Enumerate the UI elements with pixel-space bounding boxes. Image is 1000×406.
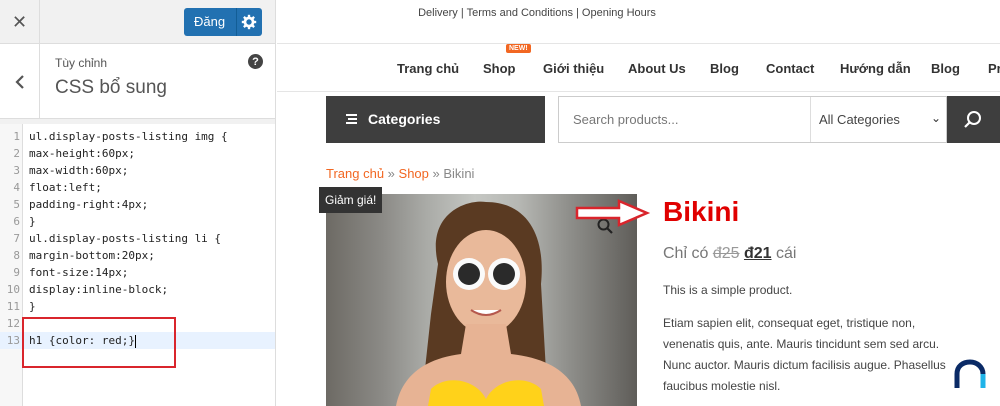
breadcrumb-separator: » <box>384 166 399 181</box>
product-search: Search products... All Categories ⌄ <box>558 96 947 143</box>
code-line: 1 ul.display-posts-listing img { <box>0 128 275 145</box>
close-icon[interactable]: ✕ <box>0 0 40 44</box>
nav-item-more[interactable]: Pr <box>988 61 1000 76</box>
product-price: Chỉ có đ25 đ21 cái <box>663 245 796 263</box>
back-button[interactable] <box>0 44 40 119</box>
code-text: ul.display-posts-listing img { <box>29 130 228 143</box>
line-number: 5 <box>13 198 20 211</box>
new-badge: NEW! <box>506 44 531 53</box>
nav-item-shop[interactable]: Shop <box>483 61 516 76</box>
top-bar-links[interactable]: Delivery | Terms and Conditions | Openin… <box>277 7 797 19</box>
code-text: } <box>29 215 36 228</box>
price-prefix: Chỉ có <box>663 245 709 262</box>
help-icon[interactable]: ? <box>248 54 263 69</box>
categories-label: Categories <box>368 111 441 127</box>
line-number: 12 <box>6 317 20 330</box>
code-line: 3 max-width:60px; <box>0 162 275 179</box>
breadcrumb: Trang chủ » Shop » Bikini <box>326 166 474 181</box>
line-number: 1 <box>13 130 20 143</box>
product-short-description: This is a simple product. <box>663 283 793 297</box>
line-number: 4 <box>13 181 20 194</box>
code-text: max-width:60px; <box>29 164 129 177</box>
line-number: 10 <box>6 283 20 296</box>
category-select[interactable]: All Categories ⌄ <box>810 97 947 142</box>
line-number: 2 <box>13 147 20 160</box>
sale-badge: Giảm giá! <box>319 187 383 213</box>
code-line: 7 ul.display-posts-listing li { <box>0 230 275 247</box>
breadcrumb-home[interactable]: Trang chủ <box>326 166 384 181</box>
code-line: 6 } <box>0 213 275 230</box>
line-number: 3 <box>13 164 20 177</box>
breadcrumb-shop[interactable]: Shop <box>399 166 429 181</box>
line-number: 11 <box>6 300 20 313</box>
price-suffix: cái <box>776 245 797 262</box>
section-parent-label: Tùy chỉnh <box>55 56 108 70</box>
line-number: 7 <box>13 232 20 245</box>
product-description: Etiam sapien elit, consequat eget, trist… <box>663 316 946 393</box>
section-header: Tùy chỉnh CSS bổ sung ? <box>0 44 275 119</box>
old-price: đ25 <box>712 245 740 262</box>
nav-item-blog-2[interactable]: Blog <box>931 61 960 76</box>
section-title: CSS bổ sung <box>55 77 167 98</box>
nav-item-about-vi[interactable]: Giới thiệu <box>543 61 604 76</box>
code-line: 11 } <box>0 298 275 315</box>
categories-button[interactable]: Categories <box>326 96 545 143</box>
breadcrumb-current: Bikini <box>443 166 475 181</box>
code-text: float:left; <box>29 181 102 194</box>
customizer-header: ✕ Đăng <box>0 0 275 44</box>
code-text: font-size:14px; <box>29 266 129 279</box>
top-bar: Delivery | Terms and Conditions | Openin… <box>277 0 1000 44</box>
code-line: 10 display:inline-block; <box>0 281 275 298</box>
publish-label: Đăng <box>194 14 226 29</box>
search-button[interactable] <box>947 96 1000 143</box>
site-preview: Delivery | Terms and Conditions | Openin… <box>277 0 1000 406</box>
annotation-highlight-box <box>22 317 176 368</box>
publish-button[interactable]: Đăng <box>184 8 262 36</box>
line-number: 6 <box>13 215 20 228</box>
line-number: 13 <box>6 334 20 347</box>
back-chevron-icon <box>14 74 24 89</box>
search-input[interactable]: Search products... <box>573 112 679 127</box>
main-nav: NEW! Trang chủ Shop Giới thiệu About Us … <box>277 44 1000 92</box>
code-line: 8 margin-bottom:20px; <box>0 247 275 264</box>
logo-icon <box>949 356 991 398</box>
nav-item-home[interactable]: Trang chủ <box>397 61 459 76</box>
nav-item-blog[interactable]: Blog <box>710 61 739 76</box>
chevron-down-icon: ⌄ <box>931 111 942 125</box>
code-text: } <box>29 300 36 313</box>
customizer-panel: ✕ Đăng Tùy chỉnh CSS bổ sung ? 1 ul.disp… <box>0 0 276 406</box>
menu-lines-icon <box>346 114 357 124</box>
publish-separator <box>236 8 237 36</box>
code-line: 5 padding-right:4px; <box>0 196 275 213</box>
product-title: Bikini <box>663 196 740 227</box>
nav-item-guide[interactable]: Hướng dẫn <box>840 61 911 76</box>
code-text: padding-right:4px; <box>29 198 149 211</box>
gear-icon[interactable] <box>240 13 258 31</box>
code-text: ul.display-posts-listing li { <box>29 232 222 245</box>
sale-price: đ21 <box>743 245 772 262</box>
search-icon <box>964 111 981 128</box>
category-select-value: All Categories <box>819 112 900 127</box>
code-text: display:inline-block; <box>29 283 169 296</box>
nav-item-about-us[interactable]: About Us <box>628 61 686 76</box>
nav-item-contact[interactable]: Contact <box>766 61 814 76</box>
code-line: 9 font-size:14px; <box>0 264 275 281</box>
code-line: 2 max-height:60px; <box>0 145 275 162</box>
breadcrumb-separator: » <box>428 166 444 181</box>
arrow-icon <box>575 199 651 227</box>
code-text: max-height:60px; <box>29 147 135 160</box>
line-number: 8 <box>13 249 20 262</box>
code-line: 4 float:left; <box>0 179 275 196</box>
code-text: margin-bottom:20px; <box>29 249 155 262</box>
line-number: 9 <box>13 266 20 279</box>
